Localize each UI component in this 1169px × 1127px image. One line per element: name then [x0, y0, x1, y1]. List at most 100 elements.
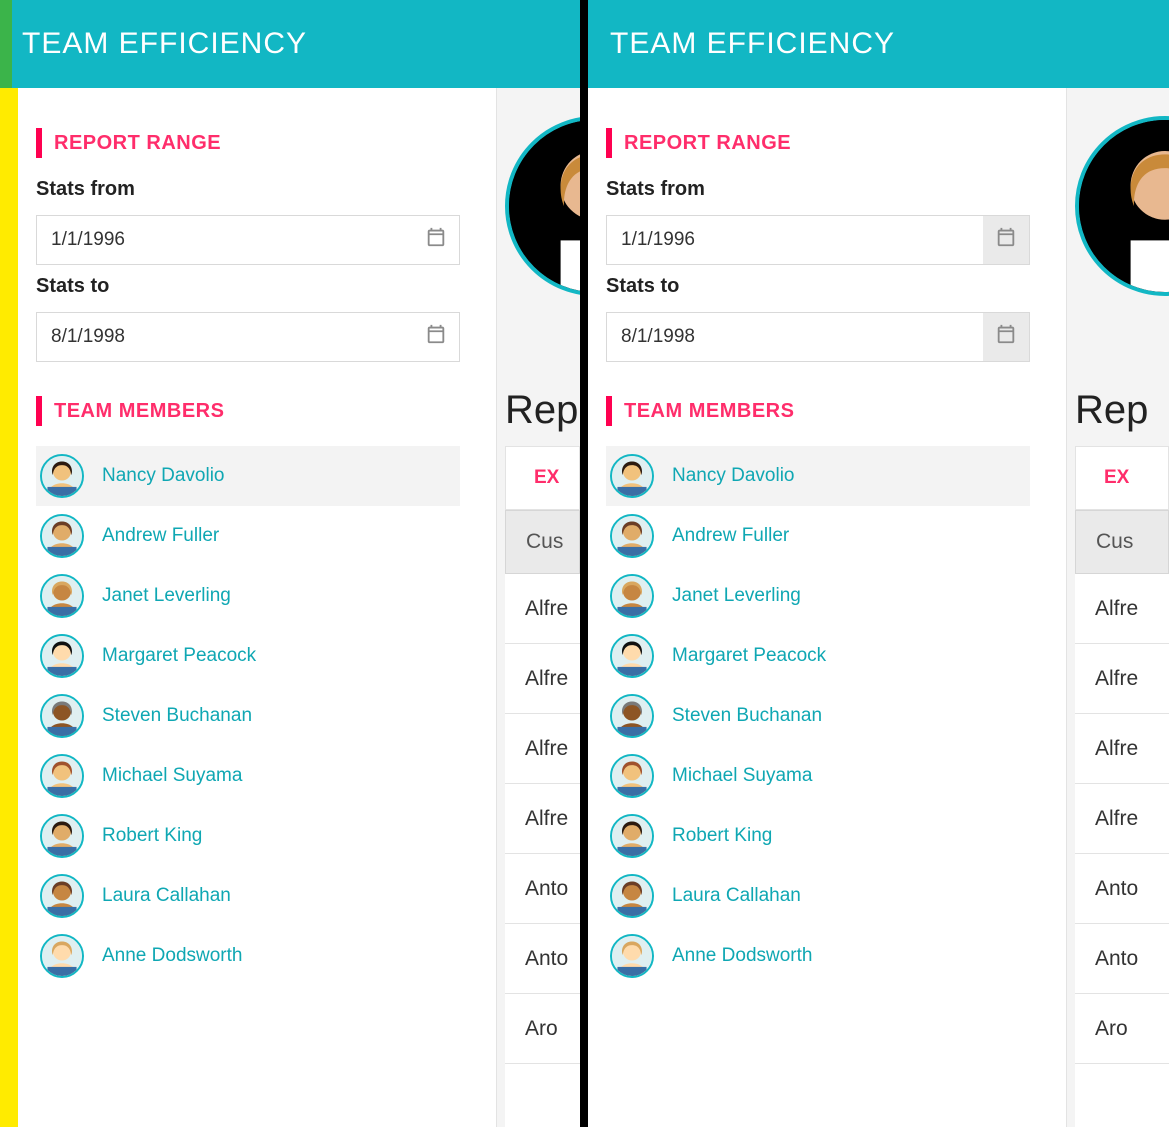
avatar-icon: [40, 754, 84, 798]
team-member-name: Nancy Davolio: [102, 465, 225, 487]
grid-row[interactable]: Alfre: [1075, 714, 1169, 784]
team-members-heading: TEAM MEMBERS: [36, 396, 460, 426]
grid-row[interactable]: Anto: [1075, 854, 1169, 924]
avatar-icon: [40, 454, 84, 498]
team-members-heading: TEAM MEMBERS: [606, 396, 1030, 426]
sidebar: REPORT RANGE Stats from 1/1/1996 Stats t…: [588, 88, 1048, 1127]
team-member-name: Michael Suyama: [102, 765, 242, 787]
team-member-name: Laura Callahan: [102, 885, 231, 907]
grid-row[interactable]: Alfre: [505, 784, 580, 854]
team-member-name: Laura Callahan: [672, 885, 801, 907]
team-members-label: TEAM MEMBERS: [54, 400, 224, 423]
team-member-item[interactable]: Steven Buchanan: [606, 686, 1030, 746]
stats-from-label: Stats from: [36, 178, 460, 201]
avatar-icon: [40, 814, 84, 858]
stats-to-input[interactable]: 8/1/1998: [36, 312, 460, 362]
team-member-item[interactable]: Steven Buchanan: [36, 686, 460, 746]
selected-employee-avatar: [505, 116, 580, 296]
tab-export[interactable]: EX: [506, 447, 580, 509]
stats-from-input[interactable]: 1/1/1996: [36, 215, 460, 265]
grid-row[interactable]: Alfre: [505, 644, 580, 714]
team-member-item[interactable]: Anne Dodsworth: [606, 926, 1030, 986]
team-member-name: Anne Dodsworth: [102, 945, 242, 967]
grid-column-customer: Cus: [526, 530, 563, 554]
team-member-item[interactable]: Michael Suyama: [606, 746, 1030, 806]
team-member-item[interactable]: Robert King: [606, 806, 1030, 866]
heading-accent-bar: [36, 396, 42, 426]
team-member-list: Nancy DavolioAndrew FullerJanet Leverlin…: [606, 446, 1030, 986]
grid-row[interactable]: Aro: [505, 994, 580, 1064]
team-member-item[interactable]: Andrew Fuller: [36, 506, 460, 566]
content-heading: Rep: [1075, 388, 1148, 433]
team-member-item[interactable]: Michael Suyama: [36, 746, 460, 806]
compare-divider: [580, 0, 588, 1127]
avatar-icon: [610, 514, 654, 558]
stats-from-calendar-button[interactable]: [983, 216, 1029, 264]
stats-to-calendar-button[interactable]: [983, 313, 1029, 361]
avatar-icon: [40, 694, 84, 738]
avatar-icon: [610, 814, 654, 858]
team-member-item[interactable]: Anne Dodsworth: [36, 926, 460, 986]
main-content: Rep EX Cus AlfreAlfreAlfreAlfreAntoAntoA…: [1066, 88, 1169, 1127]
team-member-item[interactable]: Janet Leverling: [36, 566, 460, 626]
team-member-name: Steven Buchanan: [672, 705, 822, 727]
heading-accent-bar: [36, 128, 42, 158]
avatar-icon: [40, 514, 84, 558]
report-range-heading: REPORT RANGE: [36, 128, 460, 158]
grid-column-customer: Cus: [1096, 530, 1133, 554]
avatar-icon: [610, 754, 654, 798]
grid-row[interactable]: Alfre: [1075, 574, 1169, 644]
avatar-icon: [610, 454, 654, 498]
app-title: TEAM EFFICIENCY: [22, 27, 307, 61]
grid-row[interactable]: Aro: [1075, 994, 1169, 1064]
stats-to-value: 8/1/1998: [621, 326, 695, 348]
team-member-list: Nancy Davolio Andrew Fuller Janet Leverlin…: [36, 446, 460, 986]
report-range-label: REPORT RANGE: [54, 132, 221, 155]
team-member-item[interactable]: Laura Callahan: [606, 866, 1030, 926]
team-member-item[interactable]: Margaret Peacock: [606, 626, 1030, 686]
app-header: TEAM EFFICIENCY: [0, 0, 580, 88]
stats-to-calendar-button[interactable]: [413, 313, 459, 361]
stats-from-calendar-button[interactable]: [413, 216, 459, 264]
grid-row[interactable]: Anto: [1075, 924, 1169, 994]
report-range-label: REPORT RANGE: [624, 132, 791, 155]
team-member-item[interactable]: Nancy Davolio: [606, 446, 1030, 506]
stats-from-value: 1/1/1996: [51, 229, 125, 251]
grid-row[interactable]: Alfre: [1075, 784, 1169, 854]
stats-to-label: Stats to: [36, 275, 460, 298]
report-range-heading: REPORT RANGE: [606, 128, 1030, 158]
team-member-name: Margaret Peacock: [102, 645, 256, 667]
stats-from-input[interactable]: 1/1/1996: [606, 215, 1030, 265]
stats-to-input[interactable]: 8/1/1998: [606, 312, 1030, 362]
compare-panel-left: TEAM EFFICIENCY REPORT RANGE Stats from …: [0, 0, 580, 1127]
team-member-item[interactable]: Robert King: [36, 806, 460, 866]
grid-row[interactable]: Anto: [505, 924, 580, 994]
grid-header: Cus: [505, 510, 580, 574]
team-member-item[interactable]: Nancy Davolio: [36, 446, 460, 506]
grid-row[interactable]: Alfre: [1075, 644, 1169, 714]
team-member-name: Steven Buchanan: [102, 705, 252, 727]
team-member-name: Janet Leverling: [102, 585, 231, 607]
app-header: TEAM EFFICIENCY: [588, 0, 1169, 88]
grid-row[interactable]: Anto: [505, 854, 580, 924]
avatar-icon: [610, 874, 654, 918]
main-content: Rep EX Cus AlfreAlfreAlfreAlfreAntoAntoA…: [496, 88, 580, 1127]
grid-row[interactable]: Alfre: [505, 714, 580, 784]
grid-tabstrip: EX: [1075, 446, 1169, 510]
team-member-item[interactable]: Janet Leverling: [606, 566, 1030, 626]
avatar-icon: [610, 634, 654, 678]
avatar-icon: [610, 574, 654, 618]
grid-body: AlfreAlfreAlfreAlfreAntoAntoAro: [1075, 574, 1169, 1127]
grid-row[interactable]: Alfre: [505, 574, 580, 644]
team-member-name: Margaret Peacock: [672, 645, 826, 667]
app-title: TEAM EFFICIENCY: [610, 27, 895, 61]
grid-header: Cus: [1075, 510, 1169, 574]
tab-export[interactable]: EX: [1076, 447, 1157, 509]
stats-to-label: Stats to: [606, 275, 1030, 298]
accent-strip-green: [0, 0, 12, 88]
team-member-item[interactable]: Andrew Fuller: [606, 506, 1030, 566]
team-member-item[interactable]: Margaret Peacock: [36, 626, 460, 686]
heading-accent-bar: [606, 396, 612, 426]
avatar-icon: [40, 574, 84, 618]
team-member-item[interactable]: Laura Callahan: [36, 866, 460, 926]
